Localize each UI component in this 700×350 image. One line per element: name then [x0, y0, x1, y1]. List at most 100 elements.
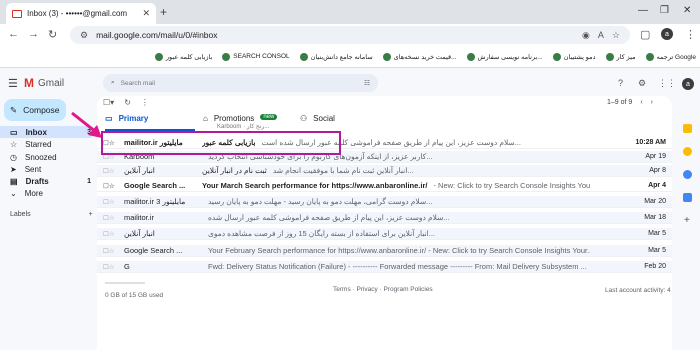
tab-social[interactable]: ⚇ Social: [300, 114, 380, 131]
bookmark-icon: [299, 52, 308, 61]
gmail-logo[interactable]: M Gmail: [24, 76, 64, 90]
compose-button[interactable]: ✎ Compose: [4, 99, 66, 121]
translate-icon[interactable]: A: [598, 30, 604, 40]
email-row[interactable]: ☐☆ mailitor.ir مایلیتور 3 سلام دوست گرام…: [97, 196, 672, 208]
view-icon[interactable]: ◉: [582, 30, 590, 41]
email-body: سلام دوست عزیز، این پیام از طریق صفحه فر…: [202, 213, 590, 222]
row-controls[interactable]: ☐☆: [97, 182, 124, 190]
search-bar[interactable]: ⌕ ☷: [103, 74, 378, 92]
inbox-icon: ▭: [10, 127, 18, 137]
tasks-icon[interactable]: [683, 170, 692, 179]
new-tab-icon[interactable]: +: [160, 5, 167, 19]
minimize-icon[interactable]: —: [638, 5, 648, 16]
bookmark-item[interactable]: دمو پشتیبان: [552, 52, 596, 61]
email-date: Mar 20: [644, 198, 666, 205]
sidebar-item-snoozed[interactable]: ◷ Snoozed: [0, 151, 95, 163]
select-all-checkbox[interactable]: ☐▾: [103, 98, 114, 107]
email-row[interactable]: ☐☆ انبار آنلاین ثبت نام در انبار آنلاین ا…: [97, 165, 672, 177]
footer-links[interactable]: Terms · Privacy · Program Policies: [333, 286, 433, 293]
email-row[interactable]: ☐☆ mailitor.ir سلام دوست عزیز، این پیام …: [97, 212, 672, 224]
account-avatar[interactable]: a: [682, 78, 694, 90]
row-controls[interactable]: ☐☆: [97, 263, 124, 271]
next-page-icon[interactable]: ›: [651, 99, 653, 106]
settings-gear-icon[interactable]: ⚙: [638, 78, 646, 89]
pencil-icon: ✎: [10, 104, 18, 115]
inbox-tab-icon: ▭: [105, 114, 113, 123]
bookmark-item[interactable]: میز کار: [605, 52, 636, 61]
bookmark-icon: [605, 52, 614, 61]
bookmark-item[interactable]: برنامه نویسی سفارش...: [466, 52, 543, 61]
row-controls[interactable]: ☐☆: [97, 247, 124, 255]
tab-title: Inbox (3) - ••••••@gmail.com: [27, 9, 128, 18]
bookmark-item[interactable]: بازیابی کلمه عبور: [154, 52, 212, 61]
sidebar-item-drafts[interactable]: ▤ Drafts 1: [0, 175, 95, 187]
drafts-count: 1: [87, 177, 91, 185]
promotions-preview: Karboom · رنج کار...: [217, 124, 270, 130]
row-controls[interactable]: ☐☆: [97, 198, 124, 206]
email-date: 10:28 AM: [635, 139, 666, 146]
address-bar[interactable]: ⚙ mail.google.com/mail/u/0/#inbox ◉ A ☆: [70, 26, 630, 44]
bookmarks-bar: ترجمه Google میز کار دمو پشتیبان برنامه …: [0, 46, 700, 68]
email-snippet: سلام دوست عزیز، این پیام از طریق صفحه فر…: [208, 213, 450, 222]
tab-primary[interactable]: ▭ Primary: [105, 114, 195, 131]
gmail-logo-text: Gmail: [38, 77, 65, 89]
bookmark-star-icon[interactable]: ☆: [612, 30, 620, 41]
email-row[interactable]: ☐☆ Google Search ... Your February Searc…: [97, 245, 672, 257]
maximize-icon[interactable]: ❐: [660, 5, 669, 16]
prev-page-icon[interactable]: ‹: [640, 99, 642, 106]
forward-icon[interactable]: →: [28, 28, 39, 40]
row-controls[interactable]: ☐☆: [97, 230, 124, 238]
row-controls[interactable]: ☐☆: [97, 214, 124, 222]
search-icon[interactable]: ⌕: [111, 79, 115, 87]
new-badge: new: [260, 114, 278, 120]
url-text[interactable]: mail.google.com/mail/u/0/#inbox: [96, 30, 574, 40]
main-menu-icon[interactable]: ☰: [8, 77, 18, 90]
browser-menu-icon[interactable]: ⋮: [685, 28, 696, 41]
more-actions-icon[interactable]: ⋮: [141, 98, 149, 107]
browser-profile-avatar[interactable]: a: [661, 28, 673, 40]
email-row[interactable]: ☐☆ G Fwd: Delivery Status Notification (…: [97, 261, 672, 273]
search-filters-icon[interactable]: ☷: [364, 79, 370, 87]
email-date: Mar 5: [648, 230, 666, 237]
email-sender: mailitor.ir: [124, 213, 155, 222]
email-sender: انبار آنلاین: [124, 166, 155, 175]
refresh-icon[interactable]: ↻: [124, 98, 131, 107]
email-sender: Google Search ...: [124, 246, 183, 255]
contacts-icon[interactable]: [683, 193, 692, 202]
annotation-highlight-box: [101, 131, 341, 155]
bookmark-item[interactable]: قیمت خرید نسخه‌های...: [382, 52, 457, 61]
storage-text: 0 GB of 15 GB used: [105, 292, 164, 299]
bookmark-item[interactable]: ترجمه Google: [645, 52, 696, 61]
search-input[interactable]: [120, 79, 359, 87]
apps-grid-icon[interactable]: ⋮⋮: [658, 78, 676, 89]
row-controls[interactable]: ☐☆: [97, 167, 124, 175]
site-info-icon[interactable]: ⚙: [80, 30, 88, 41]
bookmark-item[interactable]: SEARCH CONSOL: [222, 52, 290, 61]
pagination: 1–9 of 9 ‹ ›: [607, 99, 653, 106]
email-sender: mailitor.ir مایلیتور 3: [124, 197, 186, 206]
sidebar-item-more[interactable]: ⌄ More: [0, 187, 95, 199]
sidebar-item-sent[interactable]: ➤ Sent: [0, 163, 95, 175]
email-body: Fwd: Delivery Status Notification (Failu…: [202, 262, 590, 271]
email-date: Feb 20: [644, 263, 666, 270]
labels-section: Labels +: [10, 211, 93, 218]
close-tab-icon[interactable]: ✕: [142, 8, 150, 19]
labels-heading: Labels: [10, 211, 31, 218]
tab-promotions[interactable]: ⌂ Promotions new Karboom · رنج کار...: [203, 114, 293, 131]
close-window-icon[interactable]: ✕: [683, 5, 691, 16]
browser-tab[interactable]: Inbox (3) - ••••••@gmail.com ✕: [6, 3, 156, 24]
bookmark-item[interactable]: سامانه جامع دانش‌بنیان: [299, 52, 373, 61]
reload-icon[interactable]: ↻: [48, 28, 57, 41]
add-label-button[interactable]: +: [89, 211, 93, 218]
email-snippet: Fwd: Delivery Status Notification (Failu…: [208, 262, 587, 271]
keep-icon[interactable]: [683, 147, 692, 156]
extensions-icon[interactable]: ▢: [640, 28, 650, 41]
email-date: Apr 4: [648, 182, 666, 189]
email-row[interactable]: ☐☆ Google Search ... Your March Search p…: [97, 180, 672, 192]
calendar-icon[interactable]: [683, 124, 692, 133]
help-icon[interactable]: ?: [618, 78, 623, 88]
add-addon-icon[interactable]: +: [684, 215, 690, 226]
back-icon[interactable]: ←: [8, 28, 19, 40]
bookmark-icon: [552, 52, 561, 61]
email-row[interactable]: ☐☆ انبار آنلاین انبار آنلاین برای استفاد…: [97, 228, 672, 240]
